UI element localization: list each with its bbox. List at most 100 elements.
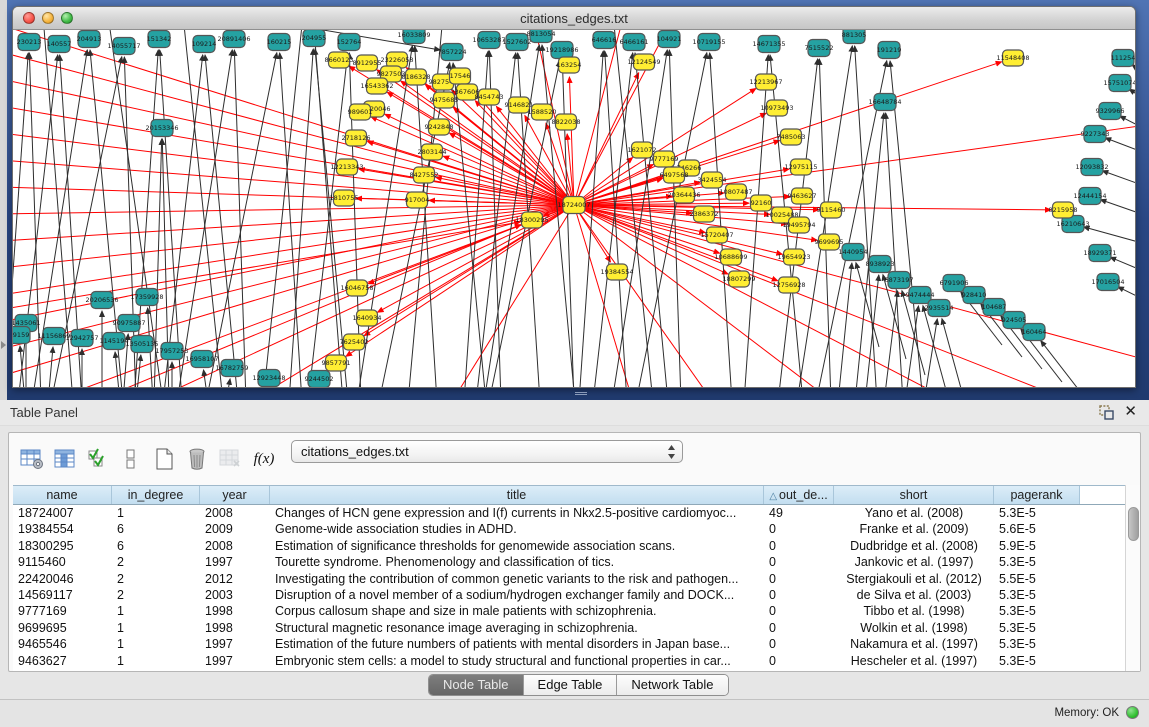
graph-node[interactable]: 191219 (877, 42, 902, 59)
column-header-in_degree[interactable]: in_degree (112, 486, 200, 504)
table-header-row[interactable]: namein_degreeyeartitle△out_de...shortpag… (13, 485, 1125, 505)
graph-node[interactable]: 90975887 (112, 315, 145, 332)
graph-node[interactable]: 17546 (450, 68, 471, 84)
column-header-out_degree[interactable]: △out_de... (764, 486, 834, 504)
graph-node[interactable]: 6873197 (885, 272, 914, 289)
graph-node[interactable]: 12213967 (749, 74, 782, 90)
column-header-year[interactable]: year (200, 486, 270, 504)
panel-collapse-arrow-icon[interactable] (1, 341, 6, 349)
tab-network-table[interactable]: Network Table (617, 675, 727, 695)
close-panel-icon[interactable]: ✕ (1124, 403, 1137, 421)
graph-node[interactable]: 881305 (842, 30, 867, 44)
graph-node[interactable]: 6497568 (660, 167, 689, 183)
graph-node[interactable]: 9329966 (1096, 103, 1125, 120)
network-canvas[interactable]: 2302131405572049131405571715134210921420… (13, 30, 1135, 387)
column-header-title[interactable]: title (270, 486, 764, 504)
graph-node[interactable]: 9115460 (817, 202, 846, 218)
graph-node[interactable]: 2718126 (342, 130, 371, 146)
tab-node-table[interactable]: Node Table (429, 675, 524, 695)
graph-node[interactable]: 11548408 (996, 50, 1029, 66)
graph-node[interactable]: 12923448 (252, 370, 285, 387)
table-selector-dropdown[interactable]: citations_edges.txt (291, 440, 683, 463)
graph-node[interactable]: 6466161 (620, 34, 649, 51)
graph-node[interactable]: 646616 (592, 32, 617, 49)
graph-node[interactable]: 989601 (348, 104, 373, 120)
table-row[interactable]: 977716911998Corpus callosum shape and si… (13, 603, 1125, 619)
graph-node[interactable]: 9777169 (650, 151, 679, 167)
graph-node[interactable]: 8912955 (353, 55, 382, 71)
new-table-button[interactable] (147, 442, 180, 476)
table-row[interactable]: 1872400712008Changes of HCN gene express… (13, 505, 1125, 521)
table-row[interactable]: 2242004622012Investigating the contribut… (13, 571, 1125, 587)
graph-node[interactable]: 152764 (337, 34, 362, 51)
graph-node[interactable]: 18929371 (1083, 245, 1116, 262)
graph-node[interactable]: 17359928 (130, 289, 163, 306)
graph-node[interactable]: 151342 (147, 31, 172, 48)
graph-node[interactable]: 20153346 (145, 120, 178, 137)
graph-node[interactable]: 92160 (751, 195, 772, 211)
graph-node[interactable]: 9244502 (305, 371, 334, 388)
graph-node[interactable]: 19218986 (545, 42, 578, 59)
graph-node[interactable]: 8186328 (402, 69, 431, 85)
graph-node[interactable]: 163254 (557, 57, 582, 73)
table-row[interactable]: 1938455462009Genome-wide association stu… (13, 521, 1125, 537)
graph-node[interactable]: 12756928 (772, 277, 805, 293)
graph-node[interactable]: 7857224 (438, 44, 467, 61)
graph-node[interactable]: 8822038 (552, 114, 581, 130)
graph-node[interactable]: 204913 (77, 31, 102, 48)
graph-node[interactable]: 2386372 (690, 206, 719, 222)
graph-node[interactable]: 9857791 (322, 355, 351, 371)
select-all-button[interactable] (81, 442, 114, 476)
graph-node[interactable]: 1145194 (100, 333, 129, 350)
graph-node[interactable]: 111254 (1111, 50, 1135, 67)
graph-node[interactable]: 10653287 (472, 32, 505, 49)
graph-node[interactable]: 15751074 (1103, 75, 1135, 92)
window-titlebar[interactable]: citations_edges.txt (13, 7, 1135, 30)
graph-node[interactable]: 8454743 (475, 89, 504, 105)
graph-node[interactable]: 3424554 (698, 172, 727, 188)
graph-node[interactable]: 16648784 (868, 94, 901, 111)
graph-node[interactable]: 9475685 (430, 92, 459, 108)
graph-node[interactable]: 2935514 (925, 300, 954, 317)
graph-node[interactable]: 9463627 (788, 188, 817, 204)
table-row[interactable]: 969969511998Structural magnetic resonanc… (13, 620, 1125, 636)
graph-node[interactable]: 1810755 (330, 190, 359, 206)
graph-node[interactable]: 9242848 (425, 119, 454, 135)
graph-node[interactable]: 104921 (657, 31, 682, 48)
graph-node[interactable]: 2803144 (418, 144, 447, 160)
graph-node[interactable]: 109214 (192, 36, 217, 53)
table-mode-button[interactable] (15, 442, 48, 476)
graph-node[interactable]: 140557 (47, 36, 72, 53)
table-scrollbar[interactable] (1125, 485, 1140, 671)
citation-network-graph[interactable]: 2302131405572049131405571715134210921420… (13, 30, 1135, 387)
table-row[interactable]: 946554611997Estimation of the future num… (13, 636, 1125, 652)
column-header-name[interactable]: name (13, 486, 112, 504)
graph-node[interactable]: 9227343 (1081, 126, 1110, 143)
graph-node[interactable]: 8215958 (1049, 202, 1078, 218)
memory-status-indicator[interactable] (1126, 706, 1139, 719)
select-columns-button[interactable] (48, 442, 81, 476)
graph-node[interactable]: 104687 (982, 299, 1007, 316)
graph-node[interactable]: 230213 (17, 34, 42, 51)
graph-node[interactable]: 1640934 (353, 310, 382, 326)
graph-node[interactable]: 160464 (1022, 324, 1047, 341)
tab-edge-table[interactable]: Edge Table (524, 675, 618, 695)
graph-node[interactable]: 917004 (405, 192, 430, 208)
graph-node[interactable]: 19654923 (777, 249, 810, 265)
table-row[interactable]: 946362711997Embryonic stem cells: a mode… (13, 653, 1125, 669)
graph-node[interactable]: 12093832 (1075, 159, 1108, 176)
graph-node[interactable]: 39159 (13, 327, 30, 344)
table-row[interactable]: 1830029562008Estimation of significance … (13, 538, 1125, 554)
unselect-all-button[interactable] (114, 442, 147, 476)
graph-node[interactable]: 8938923 (866, 256, 895, 273)
graph-node[interactable]: 8813054 (527, 30, 556, 43)
graph-node[interactable]: 7485063 (777, 129, 806, 145)
graph-node[interactable]: 16033809 (397, 30, 430, 44)
graph-node[interactable]: 20891406 (217, 31, 250, 48)
graph-node[interactable]: 928410 (962, 287, 987, 304)
graph-node[interactable]: 10807487 (719, 184, 752, 200)
scrollbar-thumb[interactable] (1128, 507, 1139, 541)
float-panel-icon[interactable] (1099, 405, 1115, 421)
graph-node[interactable]: 160215 (267, 34, 292, 51)
splitter-grip[interactable] (575, 392, 587, 397)
